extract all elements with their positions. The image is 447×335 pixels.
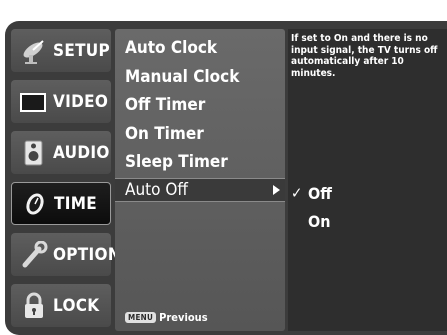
category-label: SETUP: [53, 40, 111, 61]
checkmark-icon: ✓: [291, 184, 303, 202]
category-column: SETUP VIDEO AUDIO TIME OPTION LOCK: [11, 29, 121, 331]
category-setup[interactable]: SETUP: [11, 29, 111, 72]
submenu-item-manual-clock[interactable]: Manual Clock: [125, 67, 239, 87]
submenu-item-auto-off[interactable]: Auto Off: [115, 178, 285, 202]
category-option[interactable]: OPTION: [11, 233, 121, 276]
menu-key-icon: MENU: [125, 312, 157, 323]
wrench-icon: [22, 240, 48, 267]
submenu-item-on-timer[interactable]: On Timer: [125, 124, 204, 144]
option-off[interactable]: Off: [308, 184, 332, 203]
option-panel: If set to On and there is no input signa…: [288, 29, 447, 331]
category-label: VIDEO: [53, 91, 109, 112]
category-lock[interactable]: LOCK: [11, 284, 111, 327]
submenu-item-auto-clock[interactable]: Auto Clock: [125, 38, 217, 58]
padlock-icon: [25, 292, 43, 318]
submenu-item-sleep-timer[interactable]: Sleep Timer: [125, 152, 228, 172]
speaker-icon: [24, 140, 43, 165]
previous-hint[interactable]: MENU Previous: [125, 311, 208, 324]
category-time[interactable]: TIME: [11, 182, 111, 225]
submenu-selected-label: Auto Off: [125, 180, 188, 200]
option-on[interactable]: On: [308, 212, 330, 231]
clock-icon: [26, 192, 44, 215]
category-label: LOCK: [53, 295, 100, 316]
satellite-dish-icon: [23, 39, 44, 64]
category-label: TIME: [54, 193, 97, 214]
previous-label: Previous: [159, 311, 208, 324]
category-audio[interactable]: AUDIO: [11, 131, 111, 174]
category-video[interactable]: VIDEO: [11, 80, 111, 123]
help-text: If set to On and there is no input signa…: [291, 33, 438, 79]
tv-osd-menu: SETUP VIDEO AUDIO TIME OPTION LOCK Auto …: [5, 21, 447, 335]
submenu-item-off-timer[interactable]: Off Timer: [125, 95, 205, 115]
tv-screen-icon: [20, 92, 46, 112]
category-label: OPTION: [53, 244, 121, 265]
arrow-right-icon: [273, 185, 280, 195]
category-label: AUDIO: [53, 142, 110, 163]
time-submenu: Auto Clock Manual Clock Off Timer On Tim…: [115, 29, 285, 331]
